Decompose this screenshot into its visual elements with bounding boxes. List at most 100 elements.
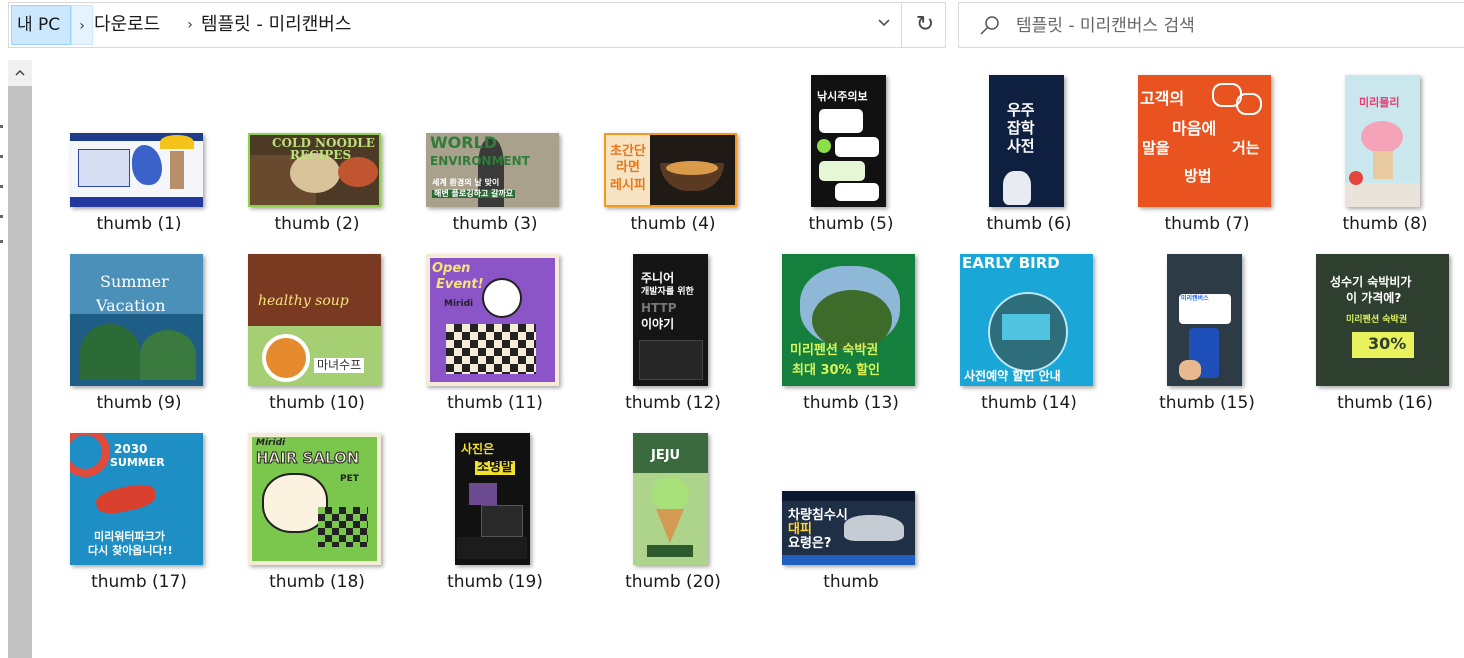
thumbnail-text: 세계 환경의 날 맞이 (432, 178, 500, 187)
thumbnail-text: 마녀수프 (314, 358, 365, 373)
file-name[interactable]: thumb (17) (50, 572, 228, 592)
search-box[interactable] (958, 2, 1464, 48)
thumbnail-text: SUMMER (110, 456, 165, 469)
file-thumbnail[interactable]: healthy soup 마녀수프 (228, 239, 406, 389)
file-name[interactable]: thumb (762, 572, 940, 592)
file-item[interactable]: Miridi HAIR SALON PET thumb (18) (228, 418, 406, 597)
file-thumbnail[interactable]: 고객의 마음에 말을 거는 방법 (1118, 60, 1296, 210)
file-name[interactable]: thumb (3) (406, 214, 584, 234)
file-item[interactable]: healthy soup 마녀수프 thumb (10) (228, 239, 406, 418)
thumbnail-text: 레시피 (610, 178, 646, 193)
breadcrumb-current-folder[interactable]: 템플릿 - 미리캔버스 (201, 5, 351, 45)
thumbnail-text: 이야기 (641, 317, 675, 331)
file-item[interactable]: 미리몰리 thumb (8) (1296, 60, 1464, 239)
thumbnail-text: 사진은 (461, 442, 495, 456)
thumbnail-text: 낚시주의보 (817, 90, 868, 103)
breadcrumb-separator-icon[interactable]: › (71, 5, 93, 45)
file-item[interactable]: 2030 SUMMER 미리워터파크가 다시 찾아옵니다!! thumb (17… (50, 418, 228, 597)
file-thumbnail[interactable]: 미리몰리 (1296, 60, 1464, 210)
file-item[interactable]: 미리캔버스 thumb (15) (1118, 239, 1296, 418)
file-item[interactable]: 초간단 라면 레시피 thumb (4) (584, 60, 762, 239)
refresh-button[interactable]: ↻ (901, 2, 948, 48)
pane-marker (0, 125, 3, 128)
search-input[interactable] (1014, 9, 1448, 43)
breadcrumb-downloads[interactable]: 다운로드 (94, 5, 160, 45)
file-name[interactable]: thumb (10) (228, 393, 406, 413)
file-name[interactable]: thumb (13) (762, 393, 940, 413)
file-thumbnail[interactable]: 우주 잡학 사전 (940, 60, 1118, 210)
file-thumbnail[interactable]: 주니어 개발자를 위한 HTTP 이야기 (584, 239, 762, 389)
file-item[interactable]: 차량침수시 대피 요령은? thumb (762, 418, 940, 597)
file-name[interactable]: thumb (6) (940, 214, 1118, 234)
file-name[interactable]: thumb (8) (1296, 214, 1464, 234)
file-name[interactable]: thumb (20) (584, 572, 762, 592)
file-name[interactable]: thumb (7) (1118, 214, 1296, 234)
file-thumbnail[interactable] (50, 60, 228, 210)
file-thumbnail[interactable]: 차량침수시 대피 요령은? (762, 418, 940, 568)
file-name[interactable]: thumb (15) (1118, 393, 1296, 413)
file-name[interactable]: thumb (1) (50, 214, 228, 234)
thumbnail-text: HTTP (641, 301, 677, 315)
thumbnail-text: 미리몰리 (1359, 96, 1400, 109)
file-thumbnail[interactable]: JEJU (584, 418, 762, 568)
breadcrumb-separator-icon[interactable]: › (181, 5, 199, 45)
address-history-dropdown-icon[interactable] (864, 5, 904, 45)
file-item[interactable]: Summer Vacation thumb (9) (50, 239, 228, 418)
thumbnail-text: WORLD (430, 133, 498, 152)
file-item[interactable]: JEJU thumb (20) (584, 418, 762, 597)
thumbnail-text: 주니어 (641, 271, 675, 285)
pane-marker (0, 155, 3, 158)
file-name[interactable]: thumb (2) (228, 214, 406, 234)
file-thumbnail[interactable]: Miridi HAIR SALON PET (228, 418, 406, 568)
address-bar[interactable]: 내 PC › 다운로드 › 템플릿 - 미리캔버스 ↻ (8, 2, 946, 48)
file-item[interactable]: thumb (1) (50, 60, 228, 239)
file-name[interactable]: thumb (18) (228, 572, 406, 592)
file-thumbnail[interactable]: WORLD ENVIRONMENT 세계 환경의 날 맞이 해변 플로깅하고 갈… (406, 60, 584, 210)
thumbnail-text: 미리워터파크가 (94, 530, 165, 543)
thumbnail-text: 대피 (788, 522, 812, 537)
file-thumbnail[interactable]: 초간단 라면 레시피 (584, 60, 762, 210)
file-thumbnail[interactable]: 사진은 조명발 (406, 418, 584, 568)
file-item[interactable]: 미리펜션 숙박권 최대 30% 할인 thumb (13) (762, 239, 940, 418)
file-thumbnail[interactable]: 2030 SUMMER 미리워터파크가 다시 찾아옵니다!! (50, 418, 228, 568)
file-item[interactable]: 성수기 숙박비가 이 가격에? 미리펜션 숙박권 30% thumb (16) (1296, 239, 1464, 418)
file-name[interactable]: thumb (12) (584, 393, 762, 413)
thumbnail-text: 거는 (1232, 139, 1260, 157)
thumbnail-text: 미리펜션 숙박권 (1346, 315, 1408, 325)
file-item[interactable]: 낚시주의보 thumb (5) (762, 60, 940, 239)
file-name[interactable]: thumb (9) (50, 393, 228, 413)
file-item[interactable]: COLD NOODLE RECIPES thumb (2) (228, 60, 406, 239)
thumbnail-text: HAIR SALON (255, 449, 360, 467)
file-item[interactable]: Open Event! Miridi thumb (11) (406, 239, 584, 418)
file-name[interactable]: thumb (16) (1296, 393, 1464, 413)
file-item[interactable]: 고객의 마음에 말을 거는 방법 thumb (7) (1118, 60, 1296, 239)
file-name[interactable]: thumb (4) (584, 214, 762, 234)
scrollbar-thumb[interactable] (8, 86, 32, 658)
file-item[interactable]: 사진은 조명발 thumb (19) (406, 418, 584, 597)
file-grid: thumb (1) COLD NOODLE RECIPES thumb (2) … (50, 60, 1464, 658)
thumbnail-text: 우주 (1007, 101, 1035, 119)
scroll-up-arrow-icon[interactable] (8, 60, 32, 86)
thumbnail-text: Miridi (444, 299, 474, 309)
thumbnail-text: Summer (100, 272, 169, 291)
file-thumbnail[interactable]: 낚시주의보 (762, 60, 940, 210)
file-name[interactable]: thumb (14) (940, 393, 1118, 413)
file-thumbnail[interactable]: EARLY BIRD 사전예약 할인 안내 (940, 239, 1118, 389)
breadcrumb-this-pc[interactable]: 내 PC (11, 5, 71, 45)
file-item[interactable]: 우주 잡학 사전 thumb (6) (940, 60, 1118, 239)
file-thumbnail[interactable]: 성수기 숙박비가 이 가격에? 미리펜션 숙박권 30% (1296, 239, 1464, 389)
file-name[interactable]: thumb (19) (406, 572, 584, 592)
file-thumbnail[interactable]: 미리캔버스 (1118, 239, 1296, 389)
file-name[interactable]: thumb (11) (406, 393, 584, 413)
file-item[interactable]: EARLY BIRD 사전예약 할인 안내 thumb (14) (940, 239, 1118, 418)
file-thumbnail[interactable]: 미리펜션 숙박권 최대 30% 할인 (762, 239, 940, 389)
file-thumbnail[interactable]: Summer Vacation (50, 239, 228, 389)
file-name[interactable]: thumb (5) (762, 214, 940, 234)
file-item[interactable]: 주니어 개발자를 위한 HTTP 이야기 thumb (12) (584, 239, 762, 418)
file-thumbnail[interactable]: Open Event! Miridi (406, 239, 584, 389)
thumbnail-text: ENVIRONMENT (430, 154, 530, 168)
thumbnail-text: Open (432, 261, 471, 276)
file-item[interactable]: WORLD ENVIRONMENT 세계 환경의 날 맞이 해변 플로깅하고 갈… (406, 60, 584, 239)
file-thumbnail[interactable]: COLD NOODLE RECIPES (228, 60, 406, 210)
vertical-scrollbar[interactable] (8, 60, 32, 658)
